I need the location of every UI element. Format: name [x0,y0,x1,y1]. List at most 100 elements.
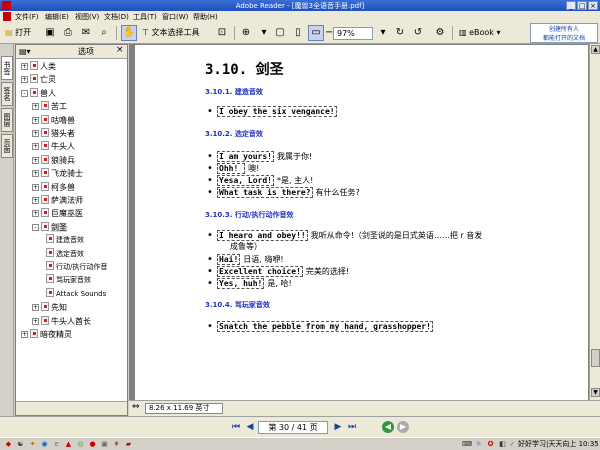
scroll-down-icon[interactable]: ▼ [591,388,600,397]
expand-icon[interactable]: + [32,304,39,312]
tools-icon[interactable]: ⚙ [432,25,448,41]
save-icon[interactable]: ▣ [42,25,58,41]
bookmark-item[interactable]: + 巨魔巫医 [32,207,83,220]
app-icon[interactable]: ◎ [76,440,85,449]
menu-document[interactable]: 文档(D) [104,12,129,22]
help-box[interactable]: 创建所有人 都能打开的文档 [530,23,598,43]
menu-file[interactable]: 文件(F) [15,12,39,22]
menu-view[interactable]: 视图(V) [75,12,99,22]
scroll-up-icon[interactable]: ▲ [591,45,600,54]
expand-icon[interactable]: + [32,183,39,191]
expand-icon[interactable]: + [21,331,28,338]
bookmark-item[interactable]: + 先知 [32,301,67,314]
collapse-icon[interactable]: - [21,89,28,97]
bookmark-item[interactable]: 建造音效 [46,234,84,247]
ebook-button[interactable]: ▥ eBook ▾ [458,25,508,41]
search-icon[interactable]: ⌕ [96,25,112,41]
expand-icon[interactable]: + [21,76,28,84]
document-view[interactable]: 3.10. 剑圣 3.10.1. 建造音效 I obey the six ven… [129,44,589,400]
bookmark-item[interactable]: - 兽人 [21,87,56,100]
expand-icon[interactable]: + [32,156,39,164]
expand-icon[interactable]: + [32,103,39,111]
page-number-field[interactable]: 第 30 / 41 页 [258,421,328,434]
text-select-tool-button[interactable]: ⊤ 文本选择工具 [141,25,213,41]
rotate-icon[interactable]: ↻ [392,25,408,41]
hand-tool-icon[interactable]: ✋ [121,25,137,41]
snapshot-icon[interactable]: ⊡ [214,25,230,41]
zoom-in-icon[interactable]: ⊕ [238,25,254,41]
zoom-dropdown-icon[interactable]: ▾ [375,25,391,41]
next-page-icon[interactable]: ▶ [332,421,344,433]
app-icon[interactable]: ♦ [112,440,121,449]
fit-page-icon[interactable]: ▯ [290,25,306,41]
fit-width-icon[interactable]: ▭ [308,25,324,41]
maximize-button[interactable]: □ [577,1,587,10]
bookmark-item[interactable]: + 苦工 [32,100,67,113]
bookmark-item[interactable]: + 亡灵 [21,73,56,86]
expand-icon[interactable]: + [21,63,28,70]
tray-icon[interactable]: ⌨ [462,440,472,449]
sound-link[interactable]: Snatch the pebble from my hand, grasshop… [217,321,433,332]
expand-icon[interactable]: + [32,116,39,124]
close-icon[interactable]: × [116,45,124,55]
last-page-icon[interactable]: ⏭ [346,421,358,433]
bookmark-item[interactable]: + 人类 [21,60,56,73]
expand-icon[interactable]: + [32,317,39,325]
browser-icon[interactable]: e [52,440,61,449]
sound-link[interactable]: Yesa, Lord! [217,175,274,186]
app-icon[interactable]: ▲ [64,440,73,449]
menu-help[interactable]: 帮助(H) [193,12,218,22]
tray-icon[interactable]: ☼ [474,440,483,449]
scrollbar-thumb[interactable] [591,349,600,367]
previous-view-icon[interactable]: ◀ [382,421,394,433]
menu-edit[interactable]: 编辑(E) [45,12,69,22]
minimize-button[interactable]: _ [566,1,576,10]
tray-icon[interactable]: ◧ [498,440,507,449]
app-icon[interactable]: ◉ [40,440,49,449]
bookmark-item[interactable]: + 萨满法师 [32,194,83,207]
expand-icon[interactable]: + [32,130,39,137]
chevron-down-icon[interactable]: ▾ [256,25,272,41]
expand-icon[interactable]: + [32,170,39,178]
bookmark-item[interactable]: + 猎头者 [32,127,75,140]
tab-signatures[interactable]: 签名 [1,82,13,106]
bookmark-item[interactable]: + 牛头人 [32,140,75,153]
bookmark-item[interactable]: 骂玩家音效 [46,274,91,287]
sound-link[interactable]: I am yours! [217,151,274,162]
bookmark-item[interactable]: + 飞龙骑士 [32,167,83,180]
pdf-task-icon[interactable]: ▰ [124,440,133,449]
tab-bookmarks[interactable]: 书签 [1,56,13,80]
bookmark-item[interactable]: - 剑圣 [32,221,67,234]
open-button[interactable]: ▤ 打开 [4,25,38,41]
resize-grip-icon[interactable]: ⇔ [132,402,140,412]
collapse-icon[interactable]: - [32,223,39,231]
menu-window[interactable]: 窗口(W) [162,12,188,22]
sound-link[interactable]: Yes, huh! [217,278,265,289]
expand-icon[interactable]: + [32,197,39,204]
sound-link[interactable]: I obey the six vengance! [217,106,337,117]
zoom-out-icon[interactable]: − [324,25,333,41]
print-icon[interactable]: ⎙ [60,25,76,41]
rotate-ccw-icon[interactable]: ↺ [410,25,426,41]
bookmark-item[interactable]: Attack Sounds [46,287,106,301]
bookmark-options-icon[interactable]: ▤▾ [19,47,31,56]
antivirus-icon[interactable]: ☯ [16,440,25,449]
sound-link[interactable]: I hearo and obey!! [217,230,308,241]
previous-page-icon[interactable]: ◀ [244,421,256,433]
tray-icon[interactable]: ✪ [486,440,495,449]
menu-tools[interactable]: 工具(T) [133,12,157,22]
tray-icon[interactable]: ✓ [508,440,517,449]
first-page-icon[interactable]: ⏮ [230,421,242,433]
zoom-field[interactable]: 97% [333,27,373,40]
bookmark-item[interactable]: + 暗夜精灵 [21,328,72,341]
horizontal-scrollbar[interactable] [16,401,127,415]
app-icon[interactable]: ▣ [100,440,109,449]
bookmark-item[interactable]: + 狼骑兵 [32,154,75,167]
email-icon[interactable]: ✉ [78,25,94,41]
expand-icon[interactable]: + [32,210,39,218]
app-icon[interactable]: ✦ [28,440,37,449]
sound-link[interactable]: Excellent choice! [217,266,303,277]
bookmark-item[interactable]: + 咕噜兽 [32,114,75,127]
media-icon[interactable]: ● [88,440,97,449]
sound-link[interactable]: What task is there? [217,187,313,198]
